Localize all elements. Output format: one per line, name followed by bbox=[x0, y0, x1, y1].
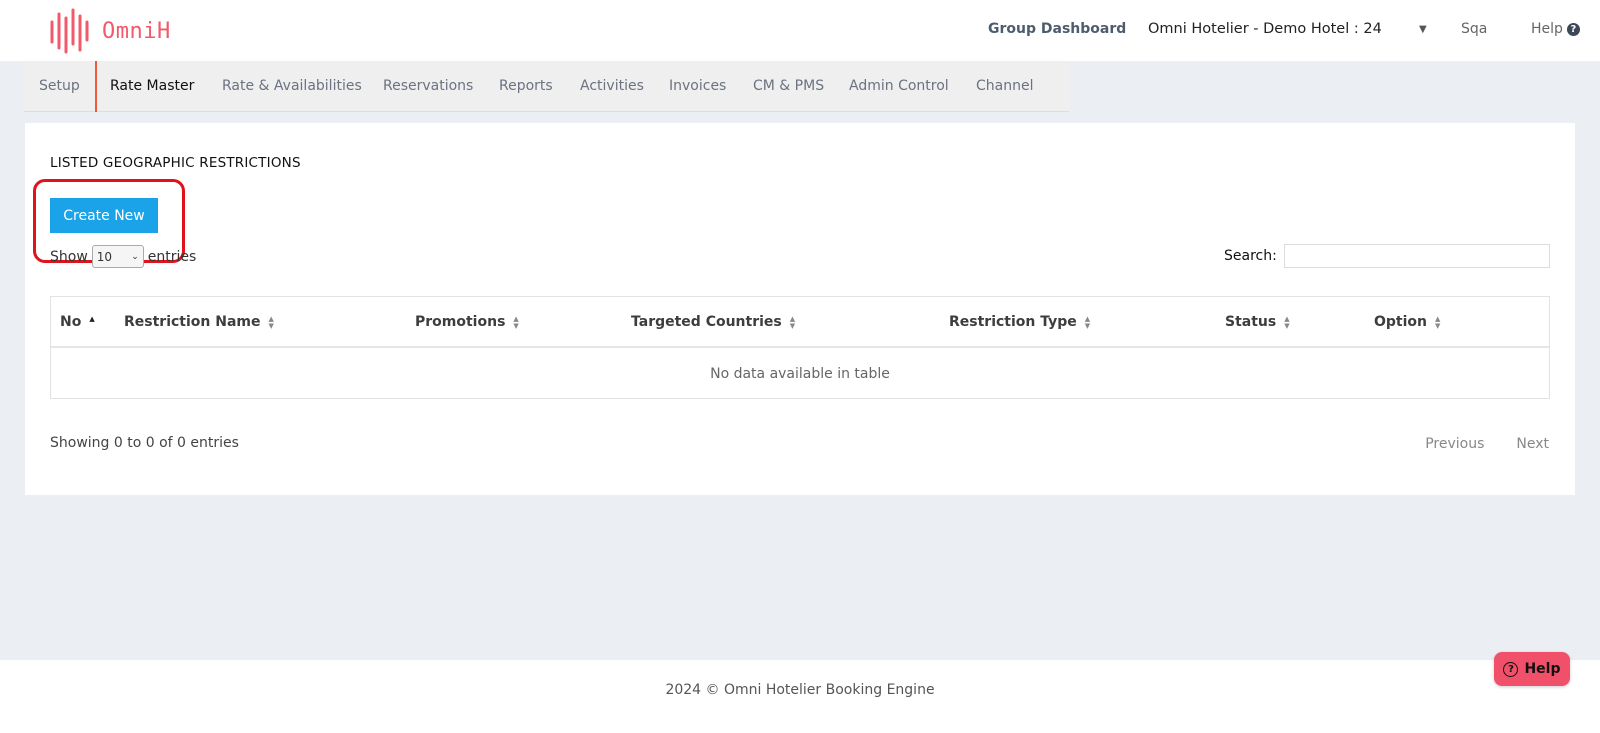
table-empty-message: No data available in table bbox=[710, 366, 890, 382]
sort-icon: ▲ ▼ bbox=[1435, 314, 1441, 330]
nav-item-setup[interactable]: Setup bbox=[39, 61, 80, 112]
column-option[interactable]: Option ▲ ▼ bbox=[1374, 297, 1440, 348]
active-indicator bbox=[95, 61, 97, 112]
column-restriction-name-label: Restriction Name bbox=[124, 314, 261, 330]
logo[interactable]: OmniH bbox=[48, 8, 171, 54]
nav-item-admin-control[interactable]: Admin Control bbox=[849, 61, 949, 112]
nav-item-activities[interactable]: Activities bbox=[580, 61, 644, 112]
footer-copyright: 2024 © Omni Hotelier Booking Engine bbox=[665, 682, 935, 698]
search-control: Search: bbox=[1224, 244, 1550, 268]
footer: 2024 © Omni Hotelier Booking Engine bbox=[0, 660, 1600, 733]
nav-item-reports[interactable]: Reports bbox=[499, 61, 553, 112]
pagination: Previous Next bbox=[1425, 436, 1549, 452]
column-option-label: Option bbox=[1374, 314, 1427, 330]
page-size-control: Show 10 ⌄ entries bbox=[50, 245, 196, 268]
column-no-label: No bbox=[60, 314, 82, 330]
caret-down-icon[interactable]: ▼ bbox=[1419, 24, 1427, 35]
column-targeted-countries[interactable]: Targeted Countries ▲ ▼ bbox=[631, 297, 795, 348]
nav-item-rate-availabilities[interactable]: Rate & Availabilities bbox=[222, 61, 362, 112]
nav-item-reservations[interactable]: Reservations bbox=[383, 61, 473, 112]
show-label: Show bbox=[50, 248, 88, 265]
column-restriction-name[interactable]: Restriction Name ▲ ▼ bbox=[124, 297, 274, 348]
column-restriction-type-label: Restriction Type bbox=[949, 314, 1077, 330]
restrictions-card: LISTED GEOGRAPHIC RESTRICTIONS Create Ne… bbox=[25, 123, 1575, 495]
question-circle-icon: ? bbox=[1503, 661, 1519, 677]
question-icon: ? bbox=[1566, 22, 1580, 36]
column-promotions-label: Promotions bbox=[415, 314, 506, 330]
sort-icon: ▲ ▼ bbox=[513, 314, 519, 330]
create-new-button[interactable]: Create New bbox=[50, 198, 158, 233]
sort-icon: ▲ ▼ bbox=[789, 314, 796, 330]
chevron-down-icon: ⌄ bbox=[131, 251, 139, 262]
nav-item-channel[interactable]: Channel bbox=[976, 61, 1033, 112]
sort-icon: ▲ ▼ bbox=[1084, 314, 1091, 330]
sort-icon: ▲ ▼ bbox=[1284, 314, 1290, 330]
column-no[interactable]: No ▲▼ bbox=[60, 297, 95, 348]
page-size-select[interactable]: 10 ⌄ bbox=[91, 245, 144, 268]
main-nav: Setup Rate Master Rate & Availabilities … bbox=[24, 61, 1069, 112]
user-menu[interactable]: Sqa bbox=[1461, 21, 1487, 37]
top-bar: OmniH Group Dashboard Omni Hotelier - De… bbox=[0, 0, 1600, 61]
column-status[interactable]: Status ▲ ▼ bbox=[1225, 297, 1290, 348]
search-input[interactable] bbox=[1283, 244, 1550, 268]
column-status-label: Status bbox=[1225, 314, 1277, 330]
entries-label: entries bbox=[147, 248, 197, 265]
next-button[interactable]: Next bbox=[1516, 436, 1549, 452]
column-restriction-type[interactable]: Restriction Type ▲ ▼ bbox=[949, 297, 1090, 348]
help-label: Help bbox=[1531, 21, 1563, 37]
page-size-value: 10 bbox=[96, 249, 113, 264]
previous-button[interactable]: Previous bbox=[1425, 436, 1484, 452]
logo-mark-icon bbox=[50, 8, 89, 54]
help-link[interactable]: Help ? bbox=[1531, 21, 1580, 37]
restrictions-table: No ▲▼ Restriction Name ▲▼ Promotions ▲▼ … bbox=[50, 296, 1550, 399]
column-targeted-countries-label: Targeted Countries bbox=[631, 314, 782, 330]
sort-icon: ▲ ▼ bbox=[268, 314, 274, 330]
nav-item-rate-master[interactable]: Rate Master bbox=[110, 61, 194, 112]
nav-item-invoices[interactable]: Invoices bbox=[669, 61, 726, 112]
table-header: No ▲▼ Restriction Name ▲▼ Promotions ▲▼ … bbox=[51, 297, 1549, 348]
page-title: LISTED GEOGRAPHIC RESTRICTIONS bbox=[50, 155, 301, 171]
logo-text: OmniH bbox=[102, 18, 171, 44]
group-dashboard-link[interactable]: Group Dashboard bbox=[988, 21, 1126, 37]
table-info: Showing 0 to 0 of 0 entries bbox=[50, 435, 239, 451]
column-promotions[interactable]: Promotions ▲ ▼ bbox=[415, 297, 519, 348]
sort-asc-icon: ▲▼ bbox=[89, 314, 95, 323]
hotel-selector[interactable]: Omni Hotelier - Demo Hotel : 24 bbox=[1148, 21, 1382, 37]
nav-item-cm-pms[interactable]: CM & PMS bbox=[753, 61, 824, 112]
help-widget-label: Help bbox=[1524, 661, 1561, 677]
search-label: Search: bbox=[1224, 248, 1277, 264]
help-widget-button[interactable]: ? Help bbox=[1494, 652, 1570, 686]
